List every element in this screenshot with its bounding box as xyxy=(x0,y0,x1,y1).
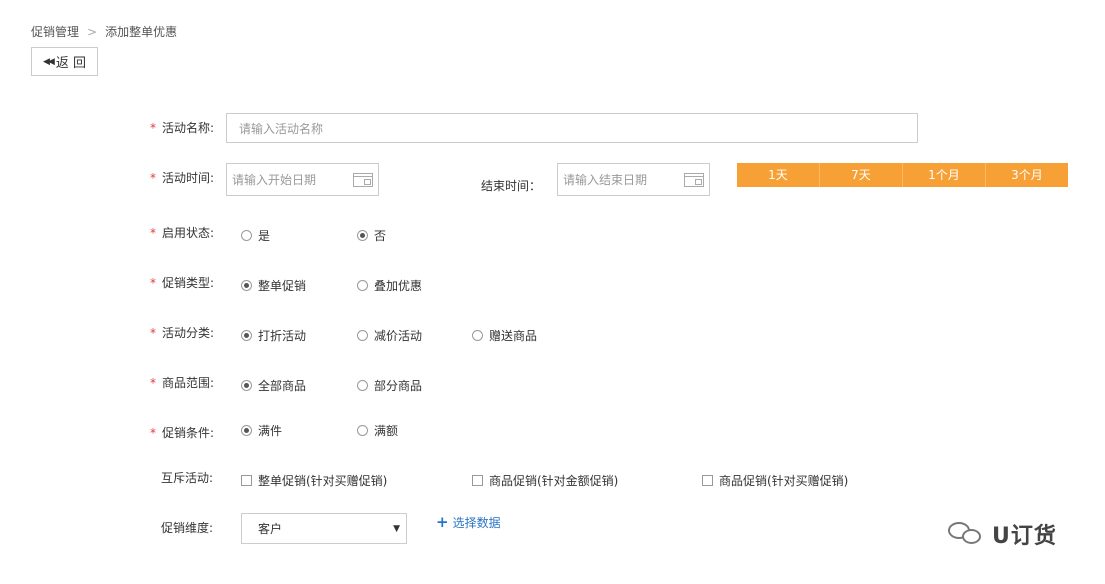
checkbox-icon[interactable] xyxy=(702,475,713,486)
scope-partial-radio[interactable]: 部分商品 xyxy=(357,377,422,394)
promo-dimension-label: 促销维度: xyxy=(161,521,214,535)
double-left-arrow-icon: ◀◀ xyxy=(43,56,55,67)
quick-range-3-months[interactable]: 3个月 xyxy=(985,163,1068,187)
radio-checked-icon[interactable] xyxy=(241,330,252,341)
start-date-placeholder: 请输入开始日期 xyxy=(232,173,317,187)
enable-status-no-radio[interactable]: 否 xyxy=(357,227,386,244)
activity-name-placeholder: 请输入活动名称 xyxy=(239,121,324,136)
radio-checked-icon[interactable] xyxy=(241,380,252,391)
category-discount-radio[interactable]: 打折活动 xyxy=(241,327,306,344)
quick-range-1-day[interactable]: 1天 xyxy=(737,163,819,187)
scope-all-radio[interactable]: 全部商品 xyxy=(241,377,306,394)
radio-unchecked-icon[interactable] xyxy=(357,280,368,291)
end-time-label: 结束时间： xyxy=(481,179,542,193)
condition-amount-radio[interactable]: 满额 xyxy=(357,422,398,439)
activity-category-label: * 活动分类: xyxy=(150,326,215,340)
radio-checked-icon[interactable] xyxy=(241,280,252,291)
promo-condition-label: * 促销条件: xyxy=(150,426,215,440)
breadcrumb-current: 添加整单优惠 xyxy=(105,25,178,39)
checkbox-icon[interactable] xyxy=(241,475,252,486)
promo-type-label: * 促销类型: xyxy=(150,276,215,290)
wechat-icon xyxy=(948,522,986,546)
radio-unchecked-icon[interactable] xyxy=(357,425,368,436)
activity-time-label: * 活动时间: xyxy=(150,171,215,185)
promo-dimension-select[interactable]: 客户 ▼ xyxy=(241,513,407,544)
back-button-label: 返 回 xyxy=(55,56,86,71)
promo-dimension-value: 客户 xyxy=(258,522,283,536)
activity-name-label: * 活动名称: xyxy=(150,121,215,135)
calendar-icon[interactable] xyxy=(684,172,704,187)
dropdown-arrow-icon: ▼ xyxy=(393,523,400,534)
end-date-input[interactable]: 请输入结束日期 xyxy=(557,163,710,196)
product-scope-label: * 商品范围: xyxy=(150,376,215,390)
promo-type-stack-radio[interactable]: 叠加优惠 xyxy=(357,277,422,294)
plus-icon: + xyxy=(436,513,449,531)
breadcrumb-parent[interactable]: 促销管理 xyxy=(31,25,79,39)
quick-range-7-days[interactable]: 7天 xyxy=(819,163,902,187)
promo-type-order-radio[interactable]: 整单促销 xyxy=(241,277,306,294)
checkbox-icon[interactable] xyxy=(472,475,483,486)
category-price-cut-radio[interactable]: 减价活动 xyxy=(357,327,422,344)
mutex-product-gift-checkbox[interactable]: 商品促销(针对买赠促销) xyxy=(702,472,848,489)
breadcrumb: 促销管理 > 添加整单优惠 xyxy=(31,23,177,40)
calendar-icon[interactable] xyxy=(353,172,373,187)
category-gift-radio[interactable]: 赠送商品 xyxy=(472,327,537,344)
quick-range-bar: 1天 7天 1个月 3个月 xyxy=(737,163,1068,187)
radio-unchecked-icon[interactable] xyxy=(472,330,483,341)
radio-checked-icon[interactable] xyxy=(241,425,252,436)
start-date-input[interactable]: 请输入开始日期 xyxy=(226,163,379,196)
condition-quantity-radio[interactable]: 满件 xyxy=(241,422,282,439)
quick-range-1-month[interactable]: 1个月 xyxy=(902,163,985,187)
mutex-product-amount-checkbox[interactable]: 商品促销(针对金额促销) xyxy=(472,472,618,489)
radio-unchecked-icon[interactable] xyxy=(357,380,368,391)
watermark: U订货 xyxy=(948,518,1057,550)
radio-checked-icon[interactable] xyxy=(357,230,368,241)
mutex-order-gift-checkbox[interactable]: 整单促销(针对买赠促销) xyxy=(241,472,387,489)
back-button[interactable]: ◀◀ 返 回 xyxy=(31,47,98,76)
end-date-placeholder: 请输入结束日期 xyxy=(563,173,648,187)
radio-unchecked-icon[interactable] xyxy=(241,230,252,241)
breadcrumb-separator: > xyxy=(87,25,98,39)
watermark-brand: U订货 xyxy=(992,524,1057,549)
select-data-link[interactable]: + 选择数据 xyxy=(436,513,501,531)
enable-status-yes-radio[interactable]: 是 xyxy=(241,227,270,244)
radio-unchecked-icon[interactable] xyxy=(357,330,368,341)
mutex-activities-label: 互斥活动: xyxy=(161,471,214,485)
enable-status-label: * 启用状态: xyxy=(150,226,215,240)
activity-name-input[interactable]: 请输入活动名称 xyxy=(226,113,918,143)
